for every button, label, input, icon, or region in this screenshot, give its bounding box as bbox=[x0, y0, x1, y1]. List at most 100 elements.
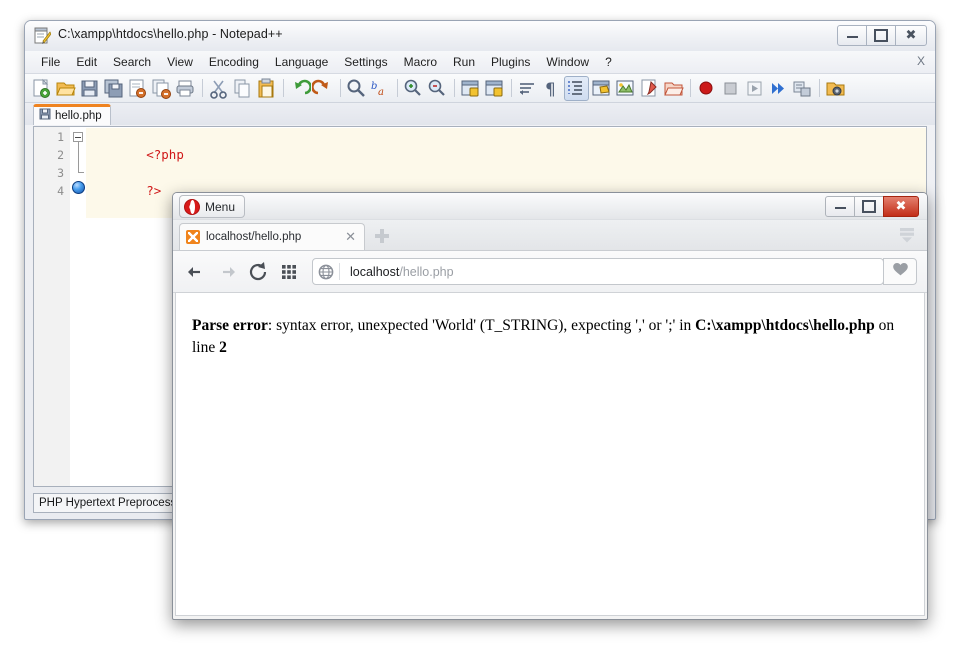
opera-window-controls: ✖ bbox=[826, 196, 919, 217]
menu-item-search[interactable]: Search bbox=[105, 53, 159, 71]
menu-item-help[interactable]: ? bbox=[597, 53, 620, 71]
cut-icon[interactable] bbox=[207, 77, 230, 100]
opera-menu-label: Menu bbox=[205, 200, 235, 214]
menu-item-run[interactable]: Run bbox=[445, 53, 483, 71]
folder-as-workspace-icon[interactable] bbox=[662, 77, 685, 100]
svg-text:a: a bbox=[378, 87, 384, 98]
run-icon[interactable] bbox=[824, 77, 847, 100]
undo-icon[interactable] bbox=[288, 77, 311, 100]
error-description: syntax error, unexpected 'World' (T_STRI… bbox=[276, 317, 695, 334]
sync-vertical-scroll-icon[interactable] bbox=[459, 77, 482, 100]
fold-line-end bbox=[78, 172, 84, 173]
menu-item-view[interactable]: View bbox=[159, 53, 201, 71]
toolbar-separator bbox=[340, 79, 341, 97]
notepadpp-titlebar[interactable]: C:\xampp\htdocs\hello.php - Notepad++ ✖ bbox=[25, 21, 935, 51]
minimize-button[interactable] bbox=[825, 196, 855, 217]
print-icon[interactable] bbox=[174, 77, 197, 100]
bookmark-circle-icon[interactable] bbox=[72, 181, 85, 194]
error-line-number: 2 bbox=[219, 339, 227, 356]
zoom-in-icon[interactable] bbox=[402, 77, 425, 100]
new-file-icon[interactable] bbox=[30, 77, 53, 100]
browser-tab-title: localhost/hello.php bbox=[206, 231, 343, 243]
reload-icon[interactable] bbox=[245, 259, 271, 285]
show-all-characters-icon[interactable]: ¶ bbox=[540, 77, 563, 100]
notepadpp-window-controls: ✖ bbox=[838, 25, 927, 46]
toolbar-separator bbox=[397, 79, 398, 97]
address-bar[interactable]: localhost/hello.php bbox=[312, 258, 884, 285]
status-bar-language: PHP Hypertext Preprocess bbox=[39, 497, 176, 509]
close-all-icon[interactable] bbox=[150, 77, 173, 100]
line-number: 3 bbox=[57, 166, 64, 180]
restore-button[interactable] bbox=[854, 196, 884, 217]
menu-item-window[interactable]: Window bbox=[538, 53, 597, 71]
find-icon[interactable] bbox=[345, 77, 368, 100]
stop-recording-icon[interactable] bbox=[719, 77, 742, 100]
speed-dial-grid-icon[interactable] bbox=[276, 259, 302, 285]
record-macro-icon[interactable] bbox=[695, 77, 718, 100]
heart-icon bbox=[892, 261, 909, 282]
toolbar-separator bbox=[819, 79, 820, 97]
paste-icon[interactable] bbox=[255, 77, 278, 100]
minimize-button[interactable] bbox=[837, 25, 867, 46]
toolbar-separator bbox=[202, 79, 203, 97]
sync-horizontal-scroll-icon[interactable] bbox=[483, 77, 506, 100]
code-token-php-close: ?> bbox=[146, 183, 161, 198]
browser-tab-localhost-hello-php[interactable]: localhost/hello.php ✕ bbox=[179, 223, 365, 250]
menu-item-settings[interactable]: Settings bbox=[336, 53, 395, 71]
line-number: 4 bbox=[57, 184, 64, 198]
globe-icon[interactable] bbox=[313, 264, 339, 280]
error-file-path: C:\xampp\htdocs\hello.php bbox=[695, 317, 875, 334]
save-icon[interactable] bbox=[78, 77, 101, 100]
svg-text:b: b bbox=[371, 81, 377, 92]
sidebar-panel-icon[interactable] bbox=[897, 226, 917, 244]
editor-tab-label: hello.php bbox=[55, 110, 102, 122]
close-file-icon[interactable] bbox=[126, 77, 149, 100]
opera-titlebar[interactable]: Menu ✖ bbox=[173, 193, 927, 220]
zoom-out-icon[interactable] bbox=[426, 77, 449, 100]
close-button[interactable]: ✖ bbox=[895, 25, 927, 46]
save-macro-icon[interactable] bbox=[791, 77, 814, 100]
function-list-icon[interactable] bbox=[638, 77, 661, 100]
php-parse-error-message: Parse error: syntax error, unexpected 'W… bbox=[192, 315, 908, 360]
line-number: 2 bbox=[57, 148, 64, 162]
saved-file-icon bbox=[39, 107, 51, 125]
close-button[interactable]: ✖ bbox=[883, 196, 919, 217]
menu-item-macro[interactable]: Macro bbox=[396, 53, 445, 71]
menu-item-edit[interactable]: Edit bbox=[68, 53, 105, 71]
restore-icon bbox=[874, 29, 888, 42]
redo-icon[interactable] bbox=[312, 77, 335, 100]
replace-icon[interactable]: ba bbox=[369, 77, 392, 100]
menu-item-file[interactable]: File bbox=[33, 53, 68, 71]
close-tab-icon[interactable]: ✕ bbox=[343, 231, 358, 244]
new-tab-plus-icon[interactable] bbox=[375, 229, 389, 243]
menu-item-plugins[interactable]: Plugins bbox=[483, 53, 538, 71]
user-defined-dialog-icon[interactable] bbox=[590, 77, 613, 100]
collapse-fold-icon[interactable] bbox=[73, 132, 83, 142]
toolbar-separator bbox=[454, 79, 455, 97]
close-icon: ✖ bbox=[906, 29, 917, 42]
copy-icon[interactable] bbox=[231, 77, 254, 100]
minimize-icon bbox=[835, 204, 846, 209]
svg-text:¶: ¶ bbox=[545, 80, 556, 100]
menu-item-language[interactable]: Language bbox=[267, 53, 336, 71]
restore-button[interactable] bbox=[866, 25, 896, 46]
forward-arrow-icon[interactable] bbox=[214, 259, 240, 285]
restore-icon bbox=[862, 200, 876, 213]
open-file-icon[interactable] bbox=[54, 77, 77, 100]
menu-item-encoding[interactable]: Encoding bbox=[201, 53, 267, 71]
back-arrow-icon[interactable] bbox=[183, 259, 209, 285]
save-all-icon[interactable] bbox=[102, 77, 125, 100]
fold-margin[interactable] bbox=[70, 127, 86, 486]
close-document-button[interactable]: X bbox=[917, 54, 925, 68]
bookmark-button[interactable] bbox=[883, 258, 917, 285]
notepadpp-tabbar: hello.php bbox=[25, 103, 935, 125]
xampp-favicon-icon bbox=[186, 230, 200, 244]
run-macro-multiple-icon[interactable] bbox=[767, 77, 790, 100]
indent-guide-icon[interactable] bbox=[564, 76, 589, 101]
play-macro-icon[interactable] bbox=[743, 77, 766, 100]
document-map-icon[interactable] bbox=[614, 77, 637, 100]
opera-menu-button[interactable]: Menu bbox=[179, 195, 245, 218]
fold-line bbox=[78, 142, 79, 173]
word-wrap-icon[interactable] bbox=[516, 77, 539, 100]
editor-tab-hello-php[interactable]: hello.php bbox=[33, 104, 111, 125]
